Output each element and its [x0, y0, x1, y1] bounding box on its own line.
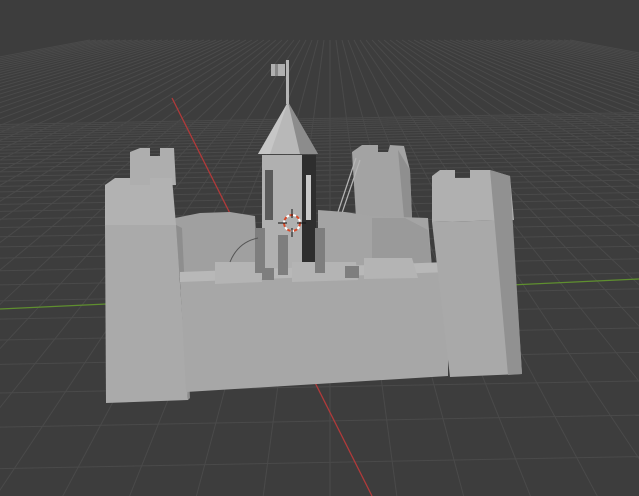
- 3d-viewport[interactable]: [0, 0, 639, 496]
- grid-line: [539, 39, 639, 62]
- grid-line: [0, 39, 121, 67]
- grid-line: [0, 191, 639, 205]
- back-right-tower: [352, 145, 412, 218]
- grid-line: [527, 39, 639, 66]
- grid-line: [0, 39, 109, 63]
- viewport-canvas[interactable]: [0, 0, 639, 496]
- grid-line: [509, 39, 639, 73]
- grid-line: [545, 39, 639, 60]
- flag-pole: [286, 60, 289, 104]
- grid-line: [0, 456, 639, 470]
- grid-line: [0, 39, 97, 59]
- castle-model[interactable]: [105, 60, 522, 403]
- grid-line: [0, 198, 639, 212]
- grid-line: [569, 39, 639, 54]
- grid-line: [557, 39, 639, 57]
- grid-line: [0, 185, 639, 199]
- grid-line: [0, 173, 639, 187]
- grid-line: [0, 39, 103, 61]
- grid-line: [0, 179, 639, 193]
- grid-line: [0, 414, 639, 428]
- left-front-tower: [105, 178, 190, 403]
- grid-line: [551, 39, 639, 59]
